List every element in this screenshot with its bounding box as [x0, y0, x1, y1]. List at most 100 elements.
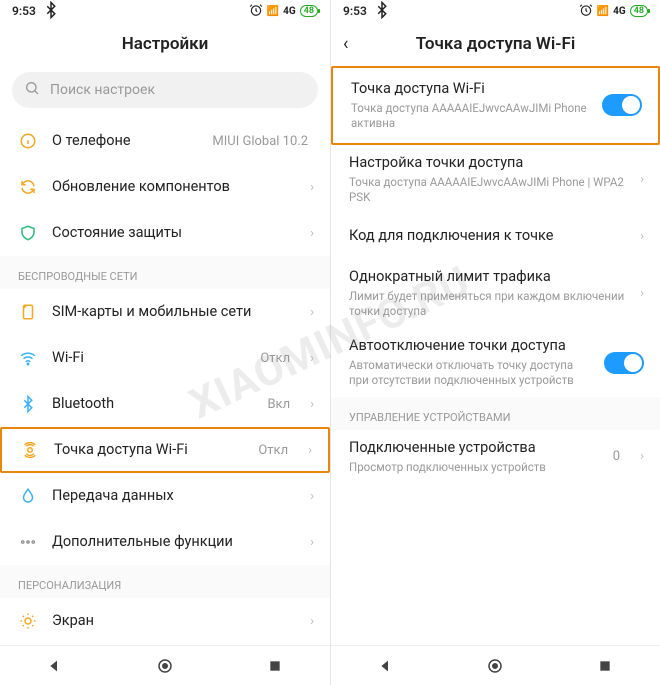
more-icon	[18, 532, 38, 552]
alarm-icon	[249, 3, 263, 20]
row-label: Точка доступа Wi-Fi	[351, 80, 588, 99]
row-connected-devices[interactable]: Подключенные устройства Просмотр подключ…	[331, 430, 660, 484]
chevron-right-icon: ›	[310, 535, 314, 550]
row-label: Обновление компонентов	[52, 178, 296, 197]
row-more[interactable]: Дополнительные функции ›	[0, 519, 330, 565]
row-sublabel: Лимит будет применяться при каждом включ…	[349, 289, 626, 319]
row-sublabel: Автоматически отключать точку доступа пр…	[349, 358, 590, 388]
screen-settings: 9:53 📶 4G 48 Настройки Поиск настроек О	[0, 0, 330, 685]
back-button[interactable]: ‹	[343, 34, 348, 55]
row-hotspot[interactable]: Точка доступа Wi-Fi Откл ›	[0, 427, 330, 473]
row-label: Передача данных	[52, 487, 296, 506]
chevron-right-icon: ›	[310, 397, 314, 412]
row-label: Автоотключение точки доступа	[349, 337, 590, 356]
row-value: Откл	[260, 351, 290, 366]
row-value: MIUI Global 10.2	[212, 134, 308, 149]
chevron-right-icon: ›	[640, 449, 644, 464]
section-personalization: ПЕРСОНАЛИЗАЦИЯ	[0, 565, 330, 598]
row-sublabel: Точка доступа AAAAAIEJwvcAAwJIMi Phone а…	[351, 101, 588, 131]
battery-indicator: 48	[300, 5, 318, 17]
chevron-right-icon: ›	[310, 226, 314, 241]
row-wifi[interactable]: Wi-Fi Откл ›	[0, 335, 330, 381]
signal-icon: 📶	[267, 6, 279, 17]
refresh-icon	[18, 177, 38, 197]
row-hotspot-toggle[interactable]: Точка доступа Wi-Fi Точка доступа AAAAAI…	[331, 66, 660, 145]
row-display[interactable]: Экран ›	[0, 598, 330, 644]
row-value: Откл	[258, 443, 288, 458]
screen-hotspot: 9:53 📶 4G 48 ‹ Точка доступа Wi-Fi Точка…	[330, 0, 660, 685]
nav-back-button[interactable]	[377, 657, 395, 675]
chevron-right-icon: ›	[310, 489, 314, 504]
chevron-right-icon: ›	[640, 229, 644, 244]
status-bar: 9:53 📶 4G 48	[0, 0, 330, 22]
status-time: 9:53	[12, 4, 36, 18]
alarm-icon	[579, 3, 593, 20]
header: Настройки	[0, 22, 330, 66]
shield-icon	[18, 223, 38, 243]
status-time: 9:53	[343, 4, 367, 18]
row-sublabel: Точка доступа AAAAAIEJwvcAAwJIMi Phone |…	[349, 175, 626, 205]
row-label: Экран	[52, 612, 296, 631]
row-password[interactable]: Код для подключения к точке ›	[331, 213, 660, 259]
page-title: Настройки	[122, 34, 209, 54]
nav-home-button[interactable]	[486, 657, 504, 675]
search-input[interactable]: Поиск настроек	[12, 72, 318, 108]
network-type: 4G	[283, 6, 296, 17]
hotspot-icon	[20, 440, 40, 460]
row-hotspot-setup[interactable]: Настройка точки доступа Точка доступа AA…	[331, 145, 660, 214]
nav-recent-button[interactable]	[596, 657, 614, 675]
chevron-right-icon: ›	[310, 351, 314, 366]
row-bluetooth[interactable]: Bluetooth Вкл ›	[0, 381, 330, 427]
navigation-bar	[0, 645, 330, 685]
nav-back-button[interactable]	[46, 657, 64, 675]
battery-indicator: 48	[630, 5, 648, 17]
bluetooth-status-icon	[373, 1, 391, 22]
nav-home-button[interactable]	[156, 657, 174, 675]
search-icon	[24, 80, 40, 100]
row-traffic-limit[interactable]: Однократный лимит трафика Лимит будет пр…	[331, 259, 660, 328]
hotspot-toggle-switch[interactable]	[602, 94, 642, 116]
row-label: Wi-Fi	[52, 349, 246, 368]
search-placeholder: Поиск настроек	[50, 82, 155, 98]
row-label: Подключенные устройства	[349, 439, 599, 458]
droplet-icon	[18, 486, 38, 506]
chevron-right-icon: ›	[310, 180, 314, 195]
hotspot-list: Точка доступа Wi-Fi Точка доступа AAAAAI…	[331, 66, 660, 645]
section-device-management: УПРАВЛЕНИЕ УСТРОЙСТВАМИ	[331, 397, 660, 430]
info-icon	[18, 131, 38, 151]
bluetooth-status-icon	[42, 1, 60, 22]
row-label: Состояние защиты	[52, 224, 296, 243]
chevron-right-icon: ›	[310, 614, 314, 629]
connected-count: 0	[613, 449, 620, 464]
header: ‹ Точка доступа Wi-Fi	[331, 22, 660, 66]
row-sublabel: Просмотр подключенных устройств	[349, 460, 599, 475]
row-label: Однократный лимит трафика	[349, 268, 626, 287]
section-wireless: БЕСПРОВОДНЫЕ СЕТИ	[0, 256, 330, 289]
row-data-usage[interactable]: Передача данных ›	[0, 473, 330, 519]
sun-icon	[18, 611, 38, 631]
chevron-right-icon: ›	[310, 305, 314, 320]
signal-icon: 📶	[597, 6, 609, 17]
row-value: Вкл	[267, 397, 290, 412]
auto-off-toggle-switch[interactable]	[604, 352, 644, 374]
chevron-right-icon: ›	[640, 286, 644, 301]
row-auto-off[interactable]: Автоотключение точки доступа Автоматичес…	[331, 328, 660, 397]
settings-list: О телефоне MIUI Global 10.2 Обновление к…	[0, 118, 330, 645]
chevron-right-icon: ›	[640, 172, 644, 187]
row-sim[interactable]: SIM-карты и мобильные сети ›	[0, 289, 330, 335]
row-about-phone[interactable]: О телефоне MIUI Global 10.2	[0, 118, 330, 164]
nav-recent-button[interactable]	[266, 657, 284, 675]
row-label: SIM-карты и мобильные сети	[52, 303, 296, 322]
page-title: Точка доступа Wi-Fi	[416, 34, 576, 54]
row-label: О телефоне	[52, 132, 198, 151]
network-type: 4G	[613, 6, 626, 17]
row-label: Дополнительные функции	[52, 533, 296, 552]
row-label: Код для подключения к точке	[349, 227, 626, 246]
row-label: Точка доступа Wi-Fi	[54, 441, 244, 460]
bluetooth-icon	[18, 394, 38, 414]
row-label: Настройка точки доступа	[349, 154, 626, 173]
row-security-status[interactable]: Состояние защиты ›	[0, 210, 330, 256]
row-label: Bluetooth	[52, 395, 253, 414]
chevron-right-icon: ›	[308, 443, 312, 458]
row-updates[interactable]: Обновление компонентов ›	[0, 164, 330, 210]
